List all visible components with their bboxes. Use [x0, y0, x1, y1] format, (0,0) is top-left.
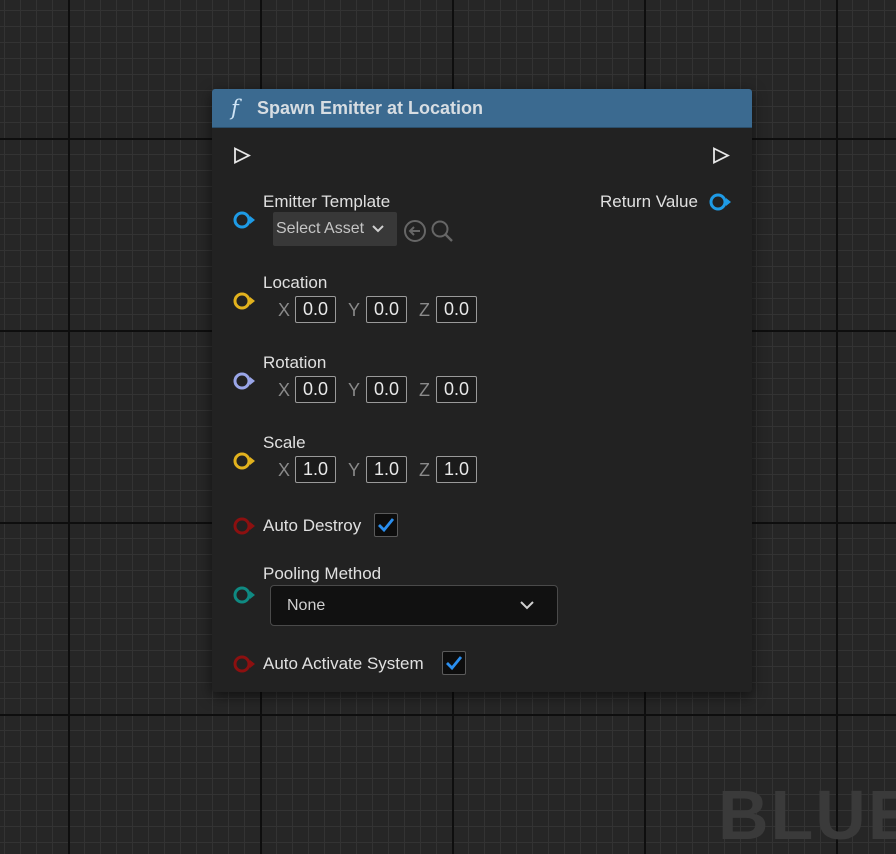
enum-pin-icon	[233, 586, 255, 604]
location-x-input[interactable]: 0.0	[295, 296, 336, 323]
auto-destroy-label: Auto Destroy	[263, 516, 362, 535]
location-x-label: X	[278, 300, 291, 320]
rotation-label: Rotation	[263, 353, 327, 372]
auto-destroy-checkbox[interactable]	[374, 513, 398, 537]
emitter-template-label: Emitter Template	[263, 192, 391, 211]
watermark: BLUE	[718, 776, 896, 854]
pooling-method-value: None	[287, 597, 326, 614]
rotation-z-label: Z	[419, 380, 430, 400]
scale-y-label: Y	[348, 460, 361, 480]
bool-pin-icon	[233, 655, 255, 673]
rotation-x-input[interactable]: 0.0	[295, 376, 336, 403]
location-label: Location	[263, 273, 328, 292]
checkmark-icon	[378, 518, 395, 533]
bool-pin-icon	[233, 517, 255, 535]
rotator-pin-icon	[233, 372, 255, 390]
scale-z-label: Z	[419, 460, 430, 480]
checkmark-icon	[446, 656, 463, 671]
auto-activate-system-label: Auto Activate System	[263, 654, 424, 673]
vector-pin-icon	[233, 452, 255, 470]
scale-label: Scale	[263, 433, 306, 452]
rotation-y-label: Y	[348, 380, 361, 400]
select-asset-dropdown[interactable]: Select Asset	[273, 212, 397, 246]
location-y-label: Y	[348, 300, 361, 320]
return-value-pin[interactable]	[708, 192, 732, 217]
exec-out-pin[interactable]	[712, 147, 730, 164]
exec-in-pin[interactable]	[233, 147, 251, 164]
location-z-label: Z	[419, 300, 430, 320]
use-selected-icon	[404, 220, 426, 242]
scale-x-label: X	[278, 460, 291, 480]
auto-activate-system-checkbox[interactable]	[442, 651, 466, 675]
emitter-template-pin[interactable]	[232, 210, 256, 235]
location-y-input[interactable]: 0.0	[366, 296, 407, 323]
location-z-input[interactable]: 0.0	[436, 296, 477, 323]
location-pin[interactable]	[232, 291, 256, 316]
scale-pin[interactable]	[232, 451, 256, 476]
exec-in-icon	[234, 147, 251, 164]
pooling-method-label: Pooling Method	[263, 564, 382, 583]
scale-z-input[interactable]: 1.0	[436, 456, 477, 483]
scale-y-input[interactable]: 1.0	[366, 456, 407, 483]
rotation-x-label: X	[278, 380, 291, 400]
pooling-method-dropdown[interactable]: None	[270, 585, 558, 626]
auto-destroy-pin[interactable]	[232, 516, 256, 541]
node-header[interactable]: f Spawn Emitter at Location	[212, 89, 752, 128]
use-selected-asset-button[interactable]	[403, 219, 427, 248]
node-title: Spawn Emitter at Location	[257, 98, 484, 118]
return-value-label: Return Value	[600, 192, 698, 211]
rotation-pin[interactable]	[232, 371, 256, 396]
chevron-down-icon	[520, 601, 534, 610]
spawn-emitter-node[interactable]: f Spawn Emitter at Location Emitter Temp…	[212, 89, 752, 692]
auto-activate-system-pin[interactable]	[232, 654, 256, 679]
object-pin-icon	[709, 193, 731, 211]
browse-asset-button[interactable]	[430, 219, 456, 250]
chevron-down-icon	[372, 225, 384, 233]
scale-x-input[interactable]: 1.0	[295, 456, 336, 483]
search-icon	[431, 220, 453, 242]
rotation-z-input[interactable]: 0.0	[436, 376, 477, 403]
exec-out-icon	[713, 147, 730, 164]
rotation-y-input[interactable]: 0.0	[366, 376, 407, 403]
pooling-method-pin[interactable]	[232, 585, 256, 610]
object-pin-icon	[233, 211, 255, 229]
function-icon: f	[231, 96, 239, 120]
select-asset-label: Select Asset	[276, 220, 365, 237]
vector-pin-icon	[233, 292, 255, 310]
